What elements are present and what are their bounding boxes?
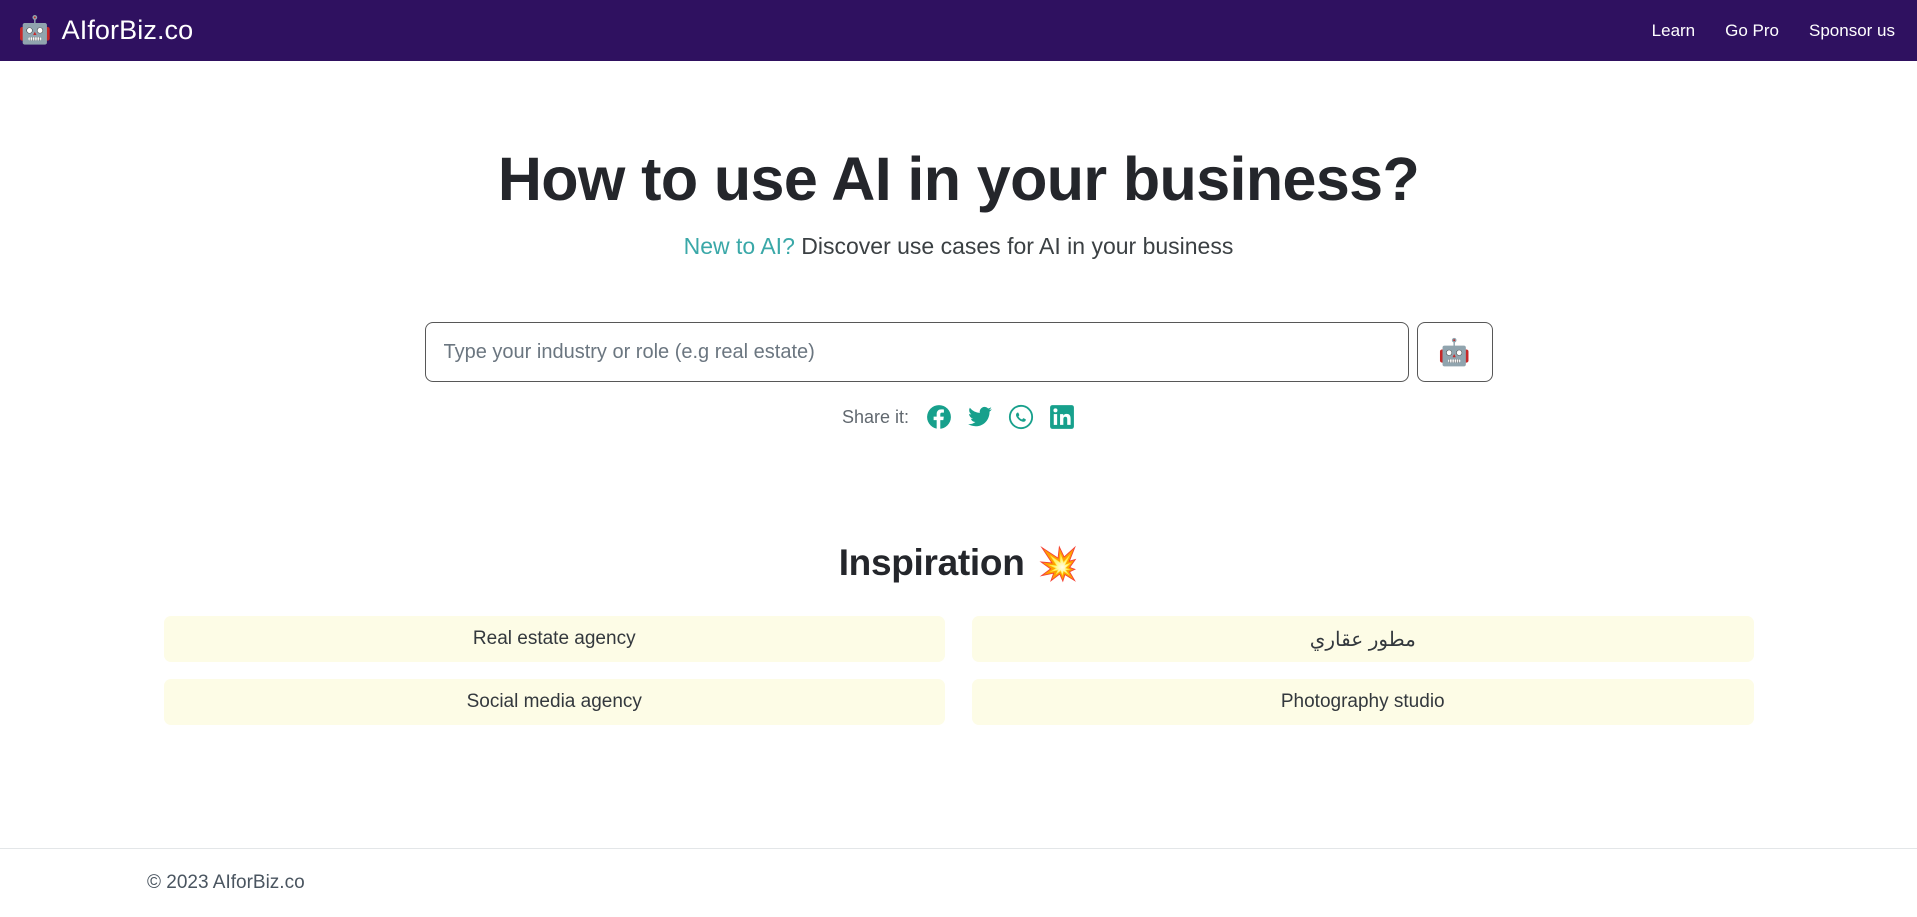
inspiration-card-grid: Real estate agency مطور عقاري Social med…: [163, 616, 1754, 726]
robot-emoji: 🤖: [18, 15, 52, 45]
brand-link[interactable]: 🤖 AIforBiz.co: [18, 15, 193, 46]
site-header: 🤖 AIforBiz.co Learn Go Pro Sponsor us: [0, 0, 1917, 61]
collision-emoji: 💥: [1037, 544, 1079, 582]
nav-link-go-pro[interactable]: Go Pro: [1725, 21, 1779, 41]
brand-name: AIforBiz.co: [61, 15, 194, 45]
share-label: Share it:: [841, 406, 910, 427]
search-bar: 🤖: [424, 322, 1493, 383]
primary-nav: Learn Go Pro Sponsor us: [1652, 21, 1895, 41]
whatsapp-icon[interactable]: [1008, 404, 1034, 430]
robot-emoji: 🤖: [1438, 337, 1471, 368]
site-footer: © 2023 AIforBiz.co: [0, 848, 1917, 917]
inspiration-card-real-estate-developer-ar[interactable]: مطور عقاري: [972, 616, 1754, 663]
hero-section: How to use AI in your business? New to A…: [0, 61, 1917, 430]
inspiration-title-text: Inspiration: [838, 542, 1025, 584]
facebook-icon[interactable]: [926, 404, 952, 430]
search-submit-button[interactable]: 🤖: [1416, 322, 1493, 383]
linkedin-icon[interactable]: [1049, 404, 1075, 430]
search-input[interactable]: [424, 322, 1409, 383]
copyright-text: © 2023 AIforBiz.co: [147, 872, 305, 893]
hero-subtitle: New to AI? Discover use cases for AI in …: [0, 233, 1917, 260]
page-title: How to use AI in your business?: [497, 145, 1420, 213]
inspiration-card-photography-studio[interactable]: Photography studio: [972, 679, 1754, 726]
inspiration-card-social-media-agency[interactable]: Social media agency: [163, 679, 945, 726]
share-row: Share it:: [0, 404, 1917, 430]
nav-link-learn[interactable]: Learn: [1652, 21, 1695, 41]
inspiration-heading: Inspiration 💥: [839, 542, 1079, 584]
inspiration-card-real-estate-agency[interactable]: Real estate agency: [163, 616, 945, 663]
nav-link-sponsor-us[interactable]: Sponsor us: [1809, 21, 1895, 41]
twitter-icon[interactable]: [967, 404, 993, 430]
inspiration-section: Inspiration 💥 Real estate agency مطور عق…: [0, 542, 1917, 726]
new-to-ai-link[interactable]: New to AI?: [684, 233, 795, 259]
hero-subtitle-rest: Discover use cases for AI in your busine…: [794, 233, 1234, 260]
